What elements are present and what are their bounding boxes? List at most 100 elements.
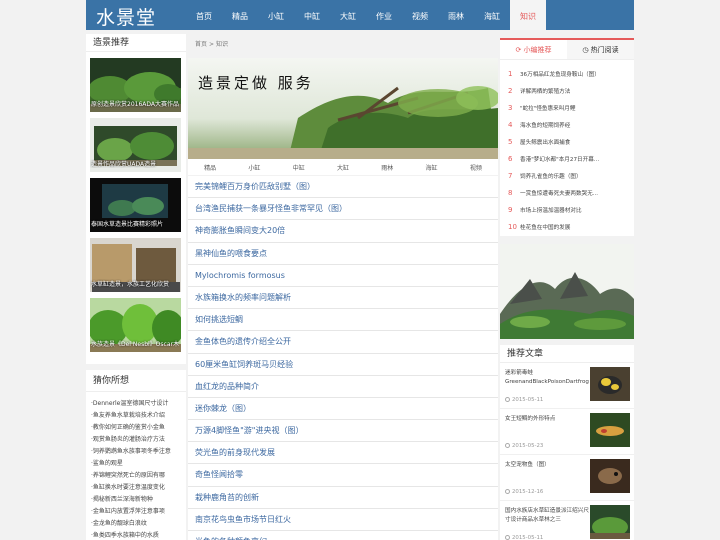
ranking-list: 1 36万相品红龙鱼现身鞍山（图） 2 详解两栖的繁殖方法 3 "蛇拉"怪鱼惠来叫月鲤… — [500, 60, 634, 236]
guess-item[interactable]: ·金鱼缸内放置浮萍注意事项 — [91, 506, 186, 518]
site-logo[interactable]: 水景堂 — [96, 3, 156, 30]
nav-item-rainforest[interactable]: 雨林 — [438, 0, 474, 30]
rank-number: 6 — [508, 155, 513, 163]
article-link[interactable]: 荧光鱼的前身现代发展 — [188, 442, 498, 465]
article-link[interactable]: 南京花鸟虫鱼市场节日红火 — [188, 508, 498, 531]
recommended-article[interactable]: 太空宠物鱼（图） 2015-12-16 — [500, 455, 634, 501]
aquascape-thumb[interactable]: 原创造景欣赏2016ADA大赛作品 — [90, 58, 181, 112]
ranking-item[interactable]: 1 36万相品红龙鱼现身鞍山（图） — [508, 66, 634, 83]
main-content: 首页 > 知识 造景定做 服务 精品 小缸 中缸 大缸 雨林 海缸 视频 完美锦… — [188, 34, 498, 540]
breadcrumb-current[interactable]: 知识 — [216, 41, 228, 48]
category-video[interactable]: 视频 — [470, 163, 482, 172]
nav-item-small-tank[interactable]: 小缸 — [258, 0, 294, 30]
guess-item[interactable]: ·金龙鱼的靓球白浪纹 — [91, 518, 186, 530]
article-link[interactable]: Mylochromis formosus — [188, 264, 498, 287]
article-link[interactable]: 水族箱换水的频率问题解析 — [188, 286, 498, 310]
category-bar: 精品 小缸 中缸 大缸 雨林 海缸 视频 — [188, 159, 498, 175]
article-link[interactable]: 黑神仙鱼的喂食要点 — [188, 242, 498, 265]
guess-item[interactable]: ·观赏鱼肠炎的灌肠治疗方法 — [91, 434, 186, 446]
nav-item-boutique[interactable]: 精品 — [222, 0, 258, 30]
aquascape-recommend-panel: 造景推荐 原创造景欣赏2016ADA大赛作品 造景作品欣赏UADA造景 泰国水草… — [86, 34, 186, 364]
nav-item-works[interactable]: 作业 — [366, 0, 402, 30]
category-rainforest[interactable]: 雨林 — [381, 163, 393, 172]
ranking-item[interactable]: 3 "蛇拉"怪鱼惠来叫月鲤 — [508, 100, 634, 117]
ranking-item[interactable]: 2 详解两栖的繁殖方法 — [508, 83, 634, 100]
guess-item[interactable]: ·鱼类四季水族箱中的水质 — [91, 530, 186, 540]
article-link[interactable]: 万源4脚怪鱼"游"进央视（图） — [188, 420, 498, 443]
aquascape-recommend-title: 造景推荐 — [86, 34, 186, 52]
article-link[interactable]: 完美锦鲤百万身价匹敌别墅（图） — [188, 176, 498, 199]
guess-item[interactable]: ·鱼缸换水时要注意温度变化 — [91, 482, 186, 494]
tab-hot-reads[interactable]: ◷ 热门阅读 — [567, 40, 634, 59]
aquascape-thumb[interactable]: 泰国水草造景比赛精彩照片 — [90, 178, 181, 232]
guess-item[interactable]: ·鲨鱼的观星 — [91, 458, 186, 470]
rank-number: 2 — [508, 87, 513, 95]
aquascape-thumb-caption: 水草缸造景，水族工艺化欣赏 — [91, 281, 170, 288]
recommended-article-thumb — [590, 367, 630, 401]
service-banner[interactable]: 造景定做 服务 — [188, 58, 498, 159]
ranking-item[interactable]: 8 一赏鱼惊遭毒死夫妻两数哭无... — [508, 185, 634, 202]
rank-number: 9 — [508, 206, 513, 214]
article-link[interactable]: 栽种鹿角苔的创新 — [188, 486, 498, 509]
article-link[interactable]: 神奇膨胀鱼瞬间变大20倍 — [188, 220, 498, 243]
ranking-item[interactable]: 5 屋头鲸震出水面捕食 — [508, 134, 634, 151]
article-link[interactable]: 光鱼的各种颜色变幻 — [188, 531, 498, 540]
category-small-tank[interactable]: 小缸 — [248, 163, 260, 172]
recommended-article[interactable]: 女王短鲷的外形特点 2015-05-23 — [500, 409, 634, 455]
nav-item-medium-tank[interactable]: 中缸 — [294, 0, 330, 30]
nav-item-video[interactable]: 视频 — [402, 0, 438, 30]
nav-item-sea-tank[interactable]: 海缸 — [474, 0, 510, 30]
article-link[interactable]: 迷你棘龙（图） — [188, 397, 498, 421]
guess-list: ·Dennerle温室德国尺寸设计 ·鱼友养鱼水草栽培技术介绍 ·教你如何正确的… — [86, 392, 186, 540]
guess-item[interactable]: ·鱼友养鱼水草栽培技术介绍 — [91, 410, 186, 422]
guess-item[interactable]: ·Dennerle温室德国尺寸设计 — [91, 398, 186, 410]
ranking-item[interactable]: 6 香港"梦幻水都"本月27日开幕... — [508, 151, 634, 168]
article-link[interactable]: 奇鱼怪闻拾零 — [188, 464, 498, 487]
breadcrumb-home[interactable]: 首页 — [195, 41, 207, 48]
guess-item[interactable]: ·揭秘新西兰深海新物种 — [91, 494, 186, 506]
ranking-item[interactable]: 4 海水鱼的短期饲养经 — [508, 117, 634, 134]
recommended-article[interactable]: 国内水族店水草缸造景派江绍兴尺寸设计商品水草林之三 2015-05-11 — [500, 501, 634, 540]
aquascape-thumb[interactable]: 水族造景《Del Nesbi》Oscar木 — [90, 298, 181, 352]
aquascape-thumb[interactable]: 造景作品欣赏UADA造景 — [90, 118, 181, 172]
article-link[interactable]: 台湾渔民捕获一条暴牙怪鱼非常罕见（图） — [188, 198, 498, 221]
ranking-item[interactable]: 10 桂花鱼在中国的发展 — [508, 219, 634, 236]
article-link[interactable]: 60厘米鱼缸饲养斑马贝经验 — [188, 353, 498, 376]
guess-item[interactable]: ·教你如何正确的鉴赏小金鱼 — [91, 422, 186, 434]
recommended-article-thumb — [590, 413, 630, 447]
rank-number: 3 — [508, 104, 513, 112]
ranking-tabs: ⟳ 小编推荐 ◷ 热门阅读 — [500, 40, 634, 60]
rank-title: 香港"梦幻水都"本月27日开幕... — [520, 157, 600, 163]
rank-number: 7 — [508, 172, 513, 180]
breadcrumb: 首页 > 知识 — [195, 39, 228, 48]
recommended-article-thumb — [590, 505, 630, 539]
nav-item-large-tank[interactable]: 大缸 — [330, 0, 366, 30]
article-link[interactable]: 金鱼体色的遗传介绍全公开 — [188, 331, 498, 354]
aquascape-thumb[interactable]: 水草缸造景，水族工艺化欣赏 — [90, 238, 181, 292]
refresh-icon: ⟳ — [515, 46, 524, 54]
article-link[interactable]: 如何挑选短鲷 — [188, 309, 498, 332]
clock-icon: ◷ — [582, 46, 591, 54]
guess-item[interactable]: ·养锦鲤突然死亡的原因有哪 — [91, 470, 186, 482]
article-link[interactable]: 血红龙的品种简介 — [188, 375, 498, 398]
side-aquascape-image[interactable] — [500, 244, 634, 339]
rank-number: 5 — [508, 138, 513, 146]
tab-editor-label: 小编推荐 — [523, 46, 552, 54]
side-image — [500, 244, 634, 339]
tab-editor-picks[interactable]: ⟳ 小编推荐 — [500, 40, 567, 59]
nav-item-knowledge[interactable]: 知识 — [510, 0, 546, 30]
category-sea-tank[interactable]: 海缸 — [426, 163, 438, 172]
recommended-article[interactable]: 迷彩箭毒蛙GreenandBlackPoisonDartfrog 2015-05… — [500, 363, 634, 409]
guess-item[interactable]: ·饲养鹦鹉鱼水族事项冬季注意 — [91, 446, 186, 458]
nav-item-home[interactable]: 首页 — [186, 0, 222, 30]
category-boutique[interactable]: 精品 — [204, 163, 216, 172]
ranking-item[interactable]: 7 饲养孔雀鱼的乐趣（图） — [508, 168, 634, 185]
recommended-article-title: 女王短鲷的外形特点 — [505, 416, 556, 422]
tab-hot-label: 热门阅读 — [590, 46, 619, 54]
ranking-item[interactable]: 9 市场上捞温加温器材对比 — [508, 202, 634, 219]
category-large-tank[interactable]: 大缸 — [337, 163, 349, 172]
nav-spacer — [634, 0, 720, 30]
category-medium-tank[interactable]: 中缸 — [293, 163, 305, 172]
recommended-article-thumb — [590, 459, 630, 493]
banner-text: 造景定做 服务 — [198, 74, 314, 92]
